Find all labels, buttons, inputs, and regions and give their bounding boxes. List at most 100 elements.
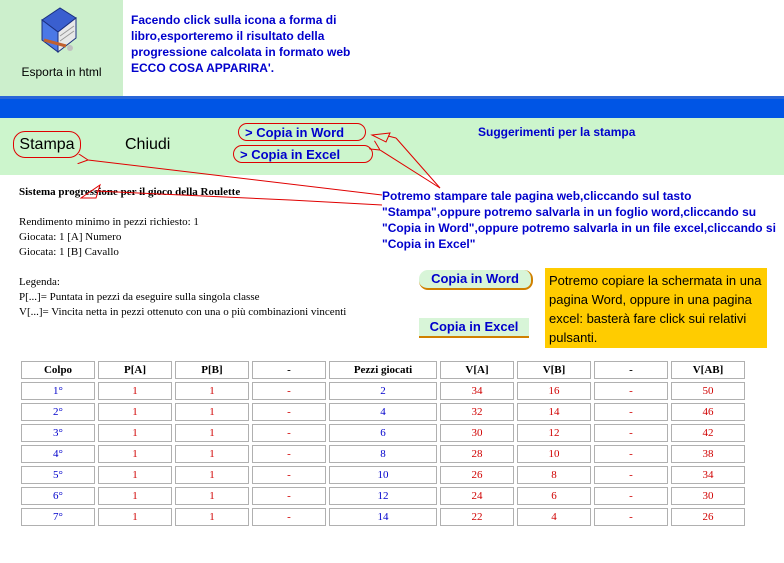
header-va: V[A] [440, 361, 514, 379]
table-cell: - [252, 382, 326, 400]
table-cell: 12 [517, 424, 591, 442]
table-cell: - [594, 424, 668, 442]
copia-in-word-button[interactable]: Copia in Word [419, 270, 533, 290]
legenda-p-line: P[...]= Puntata in pezzi da eseguire sul… [19, 291, 260, 303]
table-cell: 34 [671, 466, 745, 484]
table-cell: 1 [175, 403, 249, 421]
table-cell: 4 [517, 508, 591, 526]
copia-in-excel-link[interactable]: > Copia in Excel [233, 145, 373, 163]
table-cell: - [594, 487, 668, 505]
table-cell: 28 [440, 445, 514, 463]
book-icon[interactable] [36, 6, 80, 56]
table-cell: 14 [329, 508, 437, 526]
document-title: Sistema progressione per il gioco della … [19, 186, 241, 198]
table-row: 2° 1 1-4 32 14-46 [21, 403, 745, 421]
table-cell: 30 [671, 487, 745, 505]
table-cell: 1 [98, 403, 172, 421]
header-vb: V[B] [517, 361, 591, 379]
table-cell: - [252, 466, 326, 484]
table-cell: 1 [98, 382, 172, 400]
table-cell: 1 [175, 487, 249, 505]
table-cell: 32 [440, 403, 514, 421]
title-bar-highlight [0, 96, 784, 99]
header-colpo: Colpo [21, 361, 95, 379]
table-cell: 1 [98, 466, 172, 484]
table-cell: 4° [21, 445, 95, 463]
header-pb: P[B] [175, 361, 249, 379]
table-cell: 42 [671, 424, 745, 442]
table-cell: 1 [98, 508, 172, 526]
copia-in-excel-button[interactable]: Copia in Excel [419, 318, 529, 338]
toolbar [0, 118, 784, 175]
table-cell: 7° [21, 508, 95, 526]
table-cell: 34 [440, 382, 514, 400]
table-cell: 2 [329, 382, 437, 400]
table-cell: 10 [329, 466, 437, 484]
table-cell: 1 [175, 508, 249, 526]
table-cell: 1° [21, 382, 95, 400]
header-pa: P[A] [98, 361, 172, 379]
table-cell: 22 [440, 508, 514, 526]
chiudi-button[interactable]: Chiudi [125, 136, 170, 154]
table-cell: 26 [671, 508, 745, 526]
table-row: 3° 1 1-6 30 12-42 [21, 424, 745, 442]
copia-in-word-link[interactable]: > Copia in Word [238, 123, 366, 141]
table-cell: 6 [517, 487, 591, 505]
table-cell: - [252, 424, 326, 442]
table-cell: 1 [175, 445, 249, 463]
table-cell: 14 [517, 403, 591, 421]
table-cell: - [594, 508, 668, 526]
legenda-heading: Legenda: [19, 276, 60, 288]
table-cell: 1 [175, 466, 249, 484]
table-body: 1° 1 1-2 34 16-50 2° 1 1-4 32 14-46 3° 1 1-6 30 12-42 4… [21, 382, 745, 526]
table-cell: 10 [517, 445, 591, 463]
table-row: 5° 1 1-10 26 8-34 [21, 466, 745, 484]
table-cell: 12 [329, 487, 437, 505]
header-dash-2: - [594, 361, 668, 379]
table-cell: 1 [175, 424, 249, 442]
table-row: 7° 1 1-14 22 4-26 [21, 508, 745, 526]
table-cell: - [252, 487, 326, 505]
table-cell: 4 [329, 403, 437, 421]
table-cell: 1 [98, 487, 172, 505]
header-vab: V[AB] [671, 361, 745, 379]
table-cell: 26 [440, 466, 514, 484]
table-cell: 8 [329, 445, 437, 463]
table-cell: 24 [440, 487, 514, 505]
table-cell: - [594, 403, 668, 421]
header-pezzi-giocati: Pezzi giocati [329, 361, 437, 379]
table-cell: 46 [671, 403, 745, 421]
results-table: Colpo P[A] P[B] - Pezzi giocati V[A] V[B… [18, 358, 748, 529]
table-cell: 1 [98, 445, 172, 463]
table-cell: - [252, 445, 326, 463]
title-bar [0, 97, 784, 118]
export-html-label[interactable]: Esporta in html [0, 65, 123, 79]
table-cell: 6 [329, 424, 437, 442]
suggerimenti-heading: Suggerimenti per la stampa [478, 125, 636, 139]
giocata-b-line: Giocata: 1 [B] Cavallo [19, 246, 119, 258]
table-cell: - [594, 466, 668, 484]
table-cell: 2° [21, 403, 95, 421]
table-cell: 38 [671, 445, 745, 463]
results-table-wrapper: Colpo P[A] P[B] - Pezzi giocati V[A] V[B… [18, 358, 784, 529]
table-header-row: Colpo P[A] P[B] - Pezzi giocati V[A] V[B… [21, 361, 745, 379]
table-cell: - [252, 403, 326, 421]
table-cell: - [252, 508, 326, 526]
table-cell: 5° [21, 466, 95, 484]
stampa-annotation: Potremo stampare tale pagina web,cliccan… [382, 189, 776, 251]
table-cell: 8 [517, 466, 591, 484]
table-cell: 30 [440, 424, 514, 442]
table-row: 1° 1 1-2 34 16-50 [21, 382, 745, 400]
table-row: 6° 1 1-12 24 6-30 [21, 487, 745, 505]
table-cell: 3° [21, 424, 95, 442]
rendimento-line: Rendimento minimo in pezzi richiesto: 1 [19, 216, 199, 228]
table-cell: 50 [671, 382, 745, 400]
tip-callout: Potremo copiare la schermata in una pagi… [545, 268, 767, 348]
legenda-v-line: V[...]= Vincita netta in pezzi ottenuto … [19, 306, 347, 318]
table-cell: 16 [517, 382, 591, 400]
giocata-a-line: Giocata: 1 [A] Numero [19, 231, 122, 243]
stampa-button[interactable]: Stampa [13, 131, 81, 158]
header-dash-1: - [252, 361, 326, 379]
intro-text: Facendo click sulla icona a forma di lib… [131, 13, 351, 75]
table-cell: 6° [21, 487, 95, 505]
